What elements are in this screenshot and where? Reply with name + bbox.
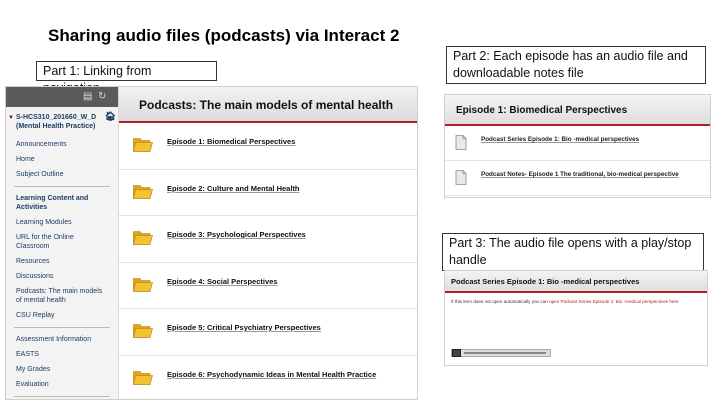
- sidebar-item-online-classroom[interactable]: URL for the Online Classroom: [6, 230, 118, 254]
- callout-part3: Part 3: The audio file opens with a play…: [442, 233, 704, 271]
- course-sidebar: ▤ ↻ ▼ S-HCS310_201660_W_D (Mental Health…: [6, 87, 119, 399]
- folder-icon: [133, 229, 153, 245]
- episode-link[interactable]: Episode 4: Social Perspectives: [167, 277, 277, 286]
- course-title-text: S-HCS310_201660_W_D (Mental Health Pract…: [16, 114, 97, 130]
- fallback-message-text: If this item does not open automatically…: [451, 299, 548, 304]
- sidebar-item-my-grades[interactable]: My Grades: [6, 362, 118, 377]
- audio-player: [451, 349, 551, 357]
- slide-title: Sharing audio files (podcasts) via Inter…: [48, 26, 400, 45]
- list-item[interactable]: Episode 6: Psychodynamic Ideas in Mental…: [119, 356, 417, 400]
- sidebar-item-discussions[interactable]: Discussions: [6, 269, 118, 284]
- list-item[interactable]: Episode 5: Critical Psychiatry Perspecti…: [119, 309, 417, 356]
- folder-icon: [133, 369, 153, 385]
- callout-part2: Part 2: Each episode has an audio file a…: [446, 46, 706, 84]
- sidebar-item-resources[interactable]: Resources: [6, 254, 118, 269]
- episode-list: Episode 1: Biomedical Perspectives Episod…: [119, 123, 417, 400]
- sidebar-item-easts[interactable]: EASTS: [6, 347, 118, 362]
- audio-file-link[interactable]: Podcast Series Episode 1: Bio -medical p…: [481, 136, 639, 143]
- list-item[interactable]: Episode 2: Culture and Mental Health: [119, 170, 417, 216]
- sidebar-item-evaluation[interactable]: Evaluation: [6, 377, 118, 392]
- podcasts-content-area: Podcasts: The main models of mental heal…: [119, 87, 417, 399]
- home-icon[interactable]: 🏠︎: [105, 112, 116, 121]
- screenshot-episode-folder: Episode 1: Biomedical Perspectives Podca…: [444, 94, 711, 198]
- list-item[interactable]: Episode 1: Biomedical Perspectives: [119, 123, 417, 170]
- play-stop-handle[interactable]: [452, 349, 461, 357]
- audio-page-title: Podcast Series Episode 1: Bio -medical p…: [445, 271, 707, 293]
- document-icon: [455, 135, 467, 150]
- list-item[interactable]: Episode 3: Psychological Perspectives: [119, 216, 417, 263]
- episode-link[interactable]: Episode 6: Psychodynamic Ideas in Mental…: [167, 370, 376, 379]
- collapse-caret-icon[interactable]: ▼: [8, 114, 14, 123]
- fallback-message: If this item does not open automatically…: [451, 299, 679, 304]
- open-audio-link[interactable]: open Podcast Series Episode 1: Bio -medi…: [549, 299, 678, 304]
- folder-icon: [133, 136, 153, 152]
- sidebar-heading-learning-content: Learning Content and Activities: [16, 195, 89, 211]
- sidebar-item-assessment[interactable]: Assessment Information: [6, 332, 118, 347]
- page-title: Podcasts: The main models of mental heal…: [119, 87, 417, 123]
- refresh-icon[interactable]: ↻: [98, 91, 106, 102]
- episode-link[interactable]: Episode 1: Biomedical Perspectives: [167, 137, 295, 146]
- sidebar-divider: [14, 186, 110, 187]
- notes-file-link[interactable]: Podcast Notes- Episode 1 The traditional…: [481, 171, 679, 178]
- sidebar-divider: [14, 327, 110, 328]
- audio-progress-track[interactable]: [464, 352, 546, 354]
- episode-link[interactable]: Episode 5: Critical Psychiatry Perspecti…: [167, 323, 321, 332]
- episode-page-title: Episode 1: Biomedical Perspectives: [445, 95, 710, 126]
- folder-icon: [133, 183, 153, 199]
- callout-part1: Part 1: Linking from navigation: [36, 61, 217, 95]
- screenshot-navigation: ▤ ↻ ▼ S-HCS310_201660_W_D (Mental Health…: [5, 86, 418, 400]
- sidebar-item-announcements[interactable]: Announcements: [6, 137, 118, 152]
- list-item[interactable]: Podcast Notes- Episode 1 The traditional…: [445, 161, 710, 196]
- folder-view-icon[interactable]: ▤: [83, 91, 92, 102]
- list-item[interactable]: Episode 4: Social Perspectives: [119, 263, 417, 309]
- sidebar-item-podcasts[interactable]: Podcasts: The main models of mental heal…: [6, 284, 118, 308]
- sidebar-item-learning-modules[interactable]: Learning Modules: [6, 215, 118, 230]
- episode-link[interactable]: Episode 3: Psychological Perspectives: [167, 230, 306, 239]
- screenshot-audio-player: Podcast Series Episode 1: Bio -medical p…: [444, 270, 708, 366]
- course-title[interactable]: ▼ S-HCS310_201660_W_D (Mental Health Pra…: [6, 107, 118, 137]
- list-item[interactable]: Podcast Series Episode 1: Bio -medical p…: [445, 126, 710, 161]
- sidebar-toolbar: ▤ ↻: [6, 87, 118, 107]
- episode-link[interactable]: Episode 2: Culture and Mental Health: [167, 184, 300, 193]
- sidebar-divider: [14, 396, 110, 397]
- folder-icon: [133, 276, 153, 292]
- sidebar-item-home[interactable]: Home: [6, 152, 118, 167]
- document-icon: [455, 170, 467, 185]
- folder-icon: [133, 322, 153, 338]
- sidebar-item-csu-replay[interactable]: CSU Replay: [6, 308, 118, 323]
- sidebar-item-subject-outline[interactable]: Subject Outline: [6, 167, 118, 182]
